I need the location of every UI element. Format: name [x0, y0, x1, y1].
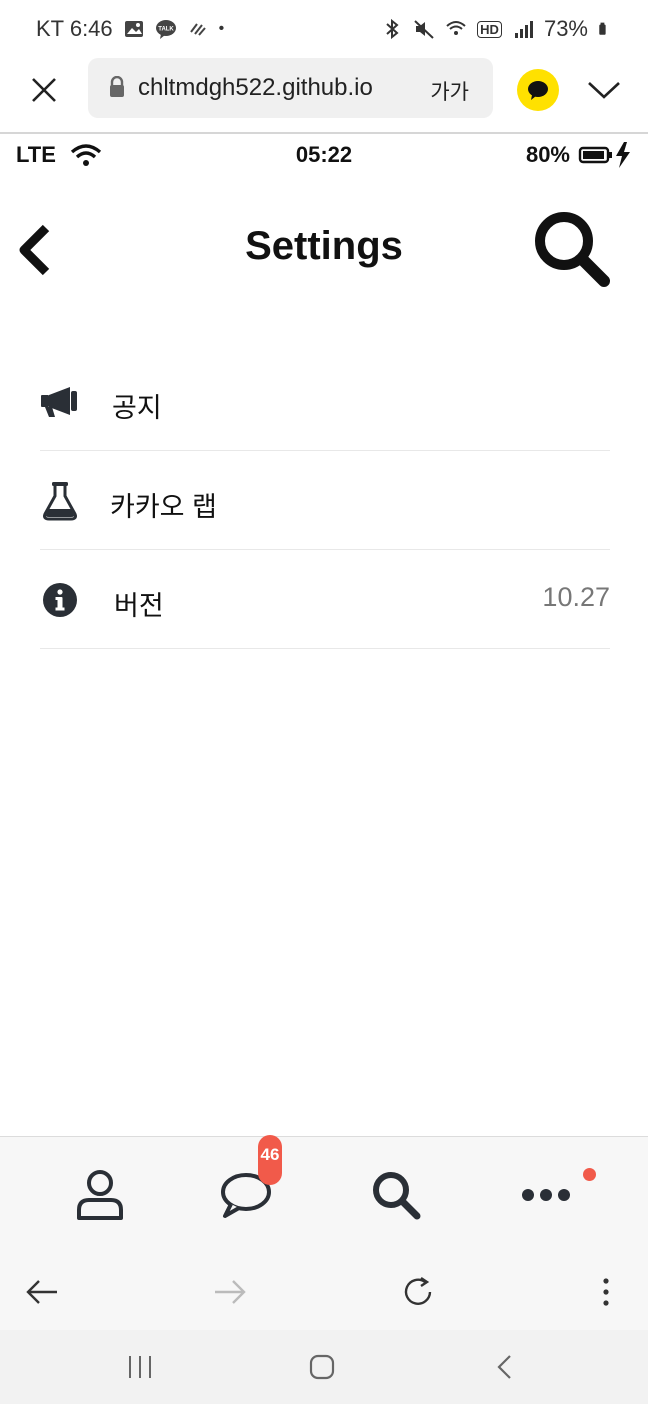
arrow-left-icon: [26, 1280, 57, 1304]
settings-item-kakao-lab[interactable]: 카카오 랩: [40, 451, 610, 550]
app-battery-text: 80%: [525, 142, 570, 167]
chevron-down-icon: [588, 82, 620, 99]
home-icon: [309, 1354, 335, 1380]
flask-icon: [40, 481, 80, 521]
kebab-menu-icon: [603, 1278, 609, 1306]
address-bar[interactable]: chltmdgh522.github.io 가가: [88, 58, 493, 118]
browser-menu-button[interactable]: [584, 1270, 628, 1314]
stripes-notification-icon: [189, 23, 206, 36]
tab-search[interactable]: [366, 1165, 426, 1225]
mute-icon: [414, 20, 434, 39]
info-icon: [40, 580, 80, 620]
url-text: chltmdgh522.github.io: [138, 74, 373, 101]
notification-dot: •: [218, 20, 225, 37]
wifi-status-icon: [446, 21, 466, 35]
hd-voice-badge: HD: [477, 20, 502, 38]
header-search-button[interactable]: [530, 208, 616, 294]
system-battery-text: 73%: [543, 16, 588, 41]
settings-item-label: 카카오 랩: [110, 492, 217, 522]
tab-more[interactable]: [516, 1165, 576, 1225]
chat-unread-badge: 46: [258, 1135, 282, 1185]
page-header: Settings: [0, 188, 648, 308]
gallery-notification-icon: [124, 21, 143, 37]
carrier-time: KT 6:46: [36, 16, 113, 41]
home-button[interactable]: [302, 1352, 342, 1382]
system-navigation-bar: [0, 1330, 648, 1404]
browser-url-row: chltmdgh522.github.io 가가: [0, 58, 648, 132]
text-size-button[interactable]: 가가: [430, 76, 469, 106]
megaphone-icon: [40, 382, 80, 422]
chevron-left-icon: [497, 1355, 511, 1379]
more-icon: [522, 1189, 570, 1201]
kakaotalk-notification-icon: TALK: [155, 20, 176, 39]
settings-item-version[interactable]: 버전 10.27: [40, 550, 610, 649]
svg-text:TALK: TALK: [158, 27, 174, 33]
more-notification-dot: [583, 1168, 596, 1181]
battery-icon: [599, 22, 606, 35]
settings-list: 공지 카카오 랩 버전 10.27: [40, 352, 610, 649]
app-status-bar: LTE 05:22 80%: [0, 134, 648, 178]
browser-forward-button[interactable]: [208, 1270, 252, 1314]
browser-back-button[interactable]: [20, 1270, 64, 1314]
recent-apps-button[interactable]: [120, 1352, 160, 1382]
close-tab-button[interactable]: [24, 70, 64, 110]
battery-charging-icon: [578, 142, 630, 168]
version-value: 10.27: [542, 582, 610, 612]
speech-bubble-icon: [528, 81, 548, 100]
arrow-right-icon: [215, 1280, 246, 1304]
bluetooth-icon: [386, 18, 399, 40]
signal-icon: [514, 21, 533, 38]
browser-toolbar: [0, 1250, 648, 1330]
settings-item-label: 공지: [112, 393, 162, 423]
tab-friends[interactable]: [70, 1165, 130, 1225]
kakaotalk-share-button[interactable]: [517, 69, 559, 111]
system-back-button[interactable]: [484, 1352, 524, 1382]
browser-reload-button[interactable]: [396, 1270, 440, 1314]
search-icon: [373, 1172, 421, 1220]
friends-icon: [77, 1170, 123, 1220]
search-icon: [535, 212, 610, 287]
bottom-tab-bar: 46: [0, 1135, 648, 1250]
settings-item-notice[interactable]: 공지: [40, 352, 610, 451]
system-status-bar: KT 6:46 TALK • HD 73%: [0, 0, 648, 58]
close-icon: [32, 78, 56, 102]
expand-menu-button[interactable]: [584, 72, 624, 108]
lock-icon: [110, 76, 124, 97]
settings-item-label: 버전: [114, 591, 164, 621]
reload-icon: [404, 1277, 432, 1305]
recent-apps-icon: [129, 1356, 151, 1378]
